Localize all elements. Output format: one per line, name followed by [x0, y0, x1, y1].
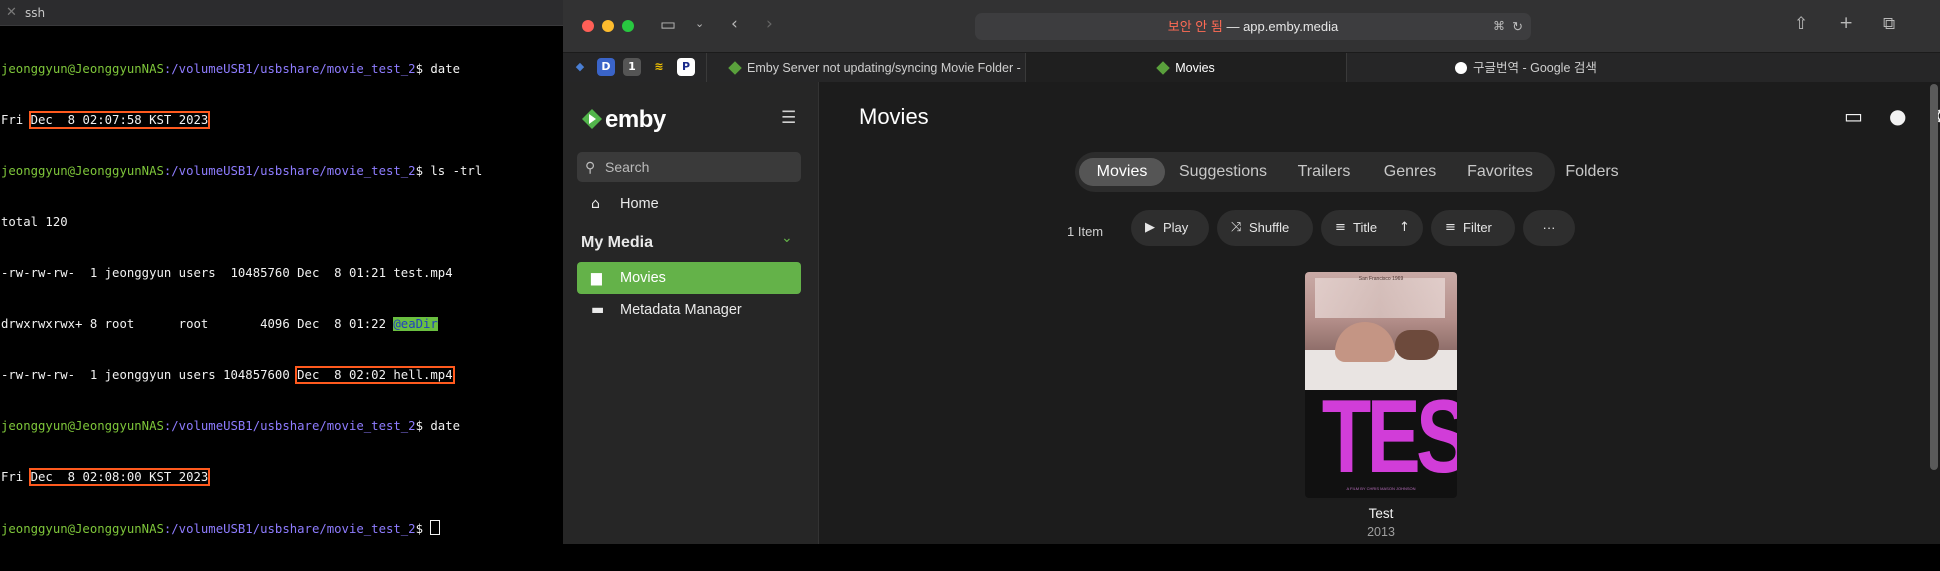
address-bar[interactable]: 보안 안 됨 — app.emby.media ⌘ ↻ [975, 13, 1531, 40]
chevron-down-icon[interactable]: ⌄ [781, 230, 793, 246]
shuffle-icon: ⤨ [1231, 220, 1242, 235]
terminal-titlebar: ✕ ssh [0, 0, 563, 26]
terminal-line: -rw-rw-rw- 1 jeonggyun users 104857600 D… [1, 366, 455, 384]
pinned-tab-app-icon[interactable]: D [597, 58, 615, 76]
translate-icon[interactable]: ⌘ [1493, 13, 1505, 40]
sidebar-item-movies[interactable]: ▆ Movies [577, 262, 801, 294]
minimize-window-button[interactable] [602, 20, 614, 32]
tab-trailers[interactable]: Trailers [1281, 158, 1367, 186]
terminal-line: -rw-rw-rw- 1 jeonggyun users 10485760 De… [1, 266, 453, 280]
sidebar-item-metadata-manager[interactable]: ▬ Metadata Manager [577, 294, 801, 326]
google-icon [1455, 62, 1467, 74]
share-icon[interactable]: ⇧ [1794, 14, 1808, 34]
highlight-box: Dec 8 02:08:00 KST 2023 [28, 468, 211, 486]
tab-movies[interactable]: Movies [1025, 53, 1346, 83]
poster-photo: San Francisco 1969 [1305, 272, 1457, 390]
pinned-tab-stripes-icon[interactable]: ≋ [650, 58, 668, 76]
tab-favorites[interactable]: Favorites [1453, 158, 1547, 186]
filter-button[interactable]: ≡ Filter [1431, 210, 1515, 246]
reload-icon[interactable]: ↻ [1512, 13, 1523, 40]
folder-icon: ▬ [591, 302, 605, 318]
emby-logo-icon [582, 109, 602, 129]
scrollbar[interactable] [1930, 84, 1938, 470]
arrow-up-icon: ↑ [1399, 220, 1410, 235]
user-icon[interactable]: ● [1889, 104, 1906, 128]
sidebar: emby ☰ ⚲ Search ⌂ Home My Media ⌄ ▆ Movi… [563, 82, 819, 544]
shuffle-button[interactable]: ⤨ Shuffle [1217, 210, 1313, 246]
back-icon[interactable]: ‹ [731, 14, 738, 34]
section-my-media: My Media [581, 234, 654, 251]
emby-logo[interactable]: emby [581, 106, 666, 134]
library-tabs: Movies Suggestions Trailers Genres Favor… [1075, 152, 1619, 192]
movie-poster[interactable]: San Francisco 1969 TEST A FILM BY CHRIS … [1305, 272, 1457, 498]
terminal-title: ssh [25, 6, 46, 20]
tab-folders[interactable]: Folders [1547, 158, 1637, 186]
terminal-line: jeonggyun@JeonggyunNAS:/volumeUSB1/usbsh… [1, 62, 461, 76]
terminal-window: ✕ ssh jeonggyun@JeonggyunNAS:/volumeUSB1… [0, 0, 563, 544]
terminal-line: jeonggyun@JeonggyunNAS:/volumeUSB1/usbsh… [1, 520, 482, 537]
terminal-line: jeonggyun@JeonggyunNAS:/volumeUSB1/usbsh… [1, 164, 483, 178]
terminal-line: Fri Dec 8 02:08:00 KST 2023 [1, 468, 211, 486]
pinned-tab-p-icon[interactable]: P [677, 58, 695, 76]
cast-icon[interactable]: ▭ [1844, 104, 1863, 128]
directory-name: @eaDir [393, 317, 438, 331]
filter-icon: ≡ [1445, 220, 1456, 235]
close-window-button[interactable] [582, 20, 594, 32]
browser-window: ▭ ⌄ ‹ › 보안 안 됨 — app.emby.media ⌘ ↻ ⇧ + … [563, 0, 1940, 544]
tab-emby-forum[interactable]: Emby Server not updating/syncing Movie F… [706, 53, 1025, 105]
terminal-line: drwxrwxrwx+ 8 root root 4096 Dec 8 01:22… [1, 317, 438, 331]
play-icon: ▶ [1145, 220, 1155, 235]
sidebar-item-home[interactable]: ⌂ Home [577, 188, 801, 220]
collapse-sidebar-icon[interactable]: ☰ [781, 108, 796, 128]
poster-title-text: TEST [1321, 379, 1457, 495]
sidebar-toggle-icon[interactable]: ▭ [660, 15, 676, 35]
more-icon: ··· [1542, 220, 1556, 235]
pinned-tab-one-icon[interactable]: 1 [623, 58, 641, 76]
browser-toolbar: ▭ ⌄ ‹ › 보안 안 됨 — app.emby.media ⌘ ↻ ⇧ + … [563, 0, 1940, 52]
terminal-line: jeonggyun@JeonggyunNAS:/volumeUSB1/usbsh… [1, 419, 461, 433]
more-button[interactable]: ··· [1523, 210, 1575, 246]
movie-icon: ▆ [591, 270, 602, 286]
emby-favicon-icon [1156, 61, 1170, 75]
new-tab-icon[interactable]: + [1839, 13, 1853, 33]
pinned-tab-jira-icon[interactable]: ◆ [571, 58, 589, 76]
tab-overview-icon[interactable]: ⧉ [1883, 14, 1895, 34]
home-icon: ⌂ [591, 196, 600, 212]
item-count: 1 Item [1067, 224, 1104, 239]
cursor [430, 520, 441, 535]
search-input[interactable]: ⚲ Search [577, 152, 801, 182]
chevron-down-icon[interactable]: ⌄ [695, 17, 704, 30]
emby-app: emby ☰ ⚲ Search ⌂ Home My Media ⌄ ▆ Movi… [563, 82, 1940, 544]
forward-icon[interactable]: › [766, 14, 773, 34]
tab-suggestions[interactable]: Suggestions [1165, 158, 1281, 186]
sort-icon: ≡ [1335, 220, 1346, 235]
terminal-output[interactable]: jeonggyun@JeonggyunNAS:/volumeUSB1/usbsh… [1, 27, 482, 571]
movie-year: 2013 [1367, 525, 1395, 539]
emby-favicon-icon [728, 61, 742, 75]
highlight-box: Dec 8 02:07:58 KST 2023 [28, 111, 211, 129]
tab-genres[interactable]: Genres [1367, 158, 1453, 186]
url-host: app.emby.media [1243, 19, 1339, 34]
movie-title[interactable]: Test [1305, 506, 1457, 521]
sort-button[interactable]: ≡ Title ↑ [1321, 210, 1423, 246]
tab-google-translate[interactable]: 구글번역 - Google 검색 [1346, 53, 1940, 83]
highlight-box: Dec 8 02:02 hell.mp4 [295, 366, 455, 384]
tab-movies[interactable]: Movies [1079, 158, 1165, 186]
insecure-warning: 보안 안 됨 [1167, 19, 1223, 34]
play-button[interactable]: ▶ Play [1131, 210, 1209, 246]
terminal-line: Fri Dec 8 02:07:58 KST 2023 [1, 111, 211, 129]
terminal-line: total 120 [1, 215, 68, 229]
tab-strip: ◆ D 1 ≋ P Emby Server not updating/synci… [563, 52, 1940, 105]
zoom-window-button[interactable] [622, 20, 634, 32]
main-content: Movies ▭ ● ⚙ Movies Suggestions Trailers… [819, 82, 1940, 544]
page-title: Movies [859, 104, 929, 129]
close-icon[interactable]: ✕ [6, 5, 17, 20]
search-icon: ⚲ [585, 159, 596, 175]
